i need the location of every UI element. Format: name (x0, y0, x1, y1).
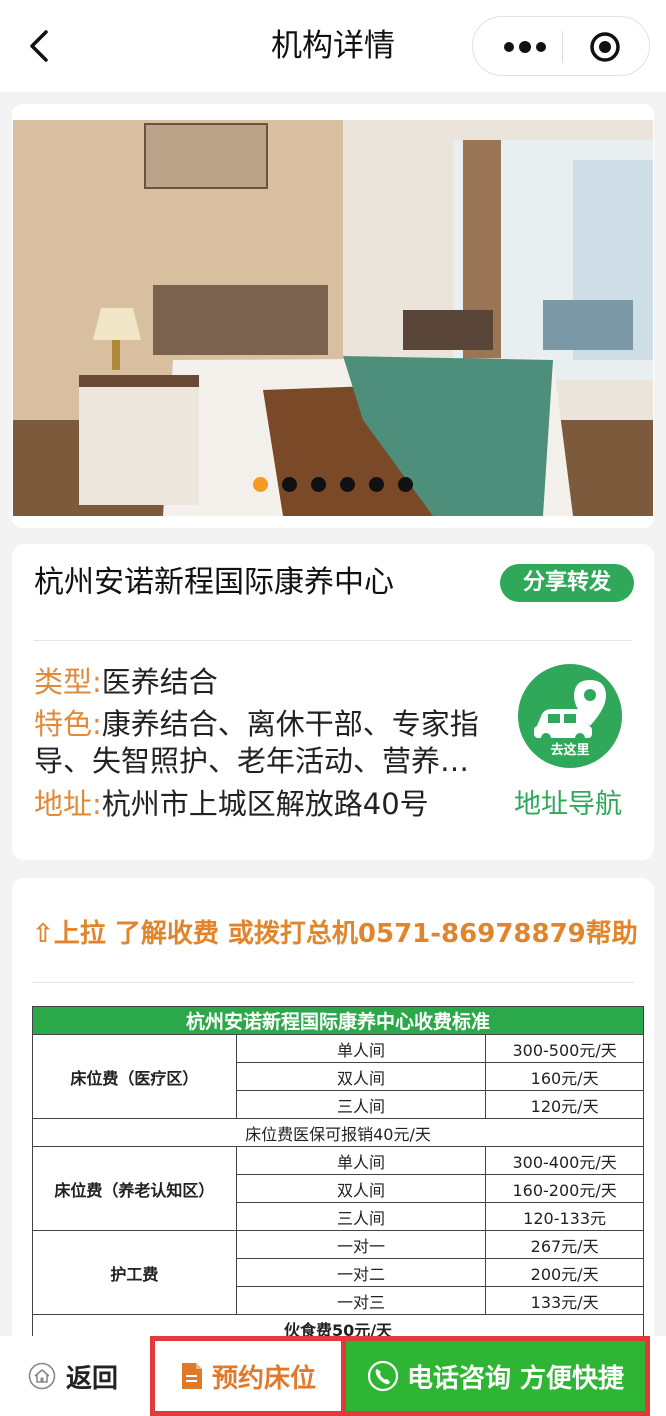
capsule-divider (562, 31, 563, 63)
fee-table: 杭州安诺新程国际康养中心收费标准 床位费（医疗区） 单人间 300-500元/天… (32, 1006, 644, 1343)
price: 300-500元/天 (485, 1034, 644, 1063)
phone-consult-button[interactable]: 电话咨询 方便快捷 (346, 1336, 650, 1416)
carousel-indicator (12, 477, 654, 493)
phone-icon (367, 1360, 399, 1392)
return-label: 返回 (66, 1363, 119, 1394)
close-mini-program-icon[interactable] (589, 31, 621, 63)
go-here-label: 去这里 (550, 743, 590, 758)
fee-table-title: 杭州安诺新程国际康养中心收费标准 (32, 1006, 644, 1035)
room-type: 三人间 (235, 1090, 487, 1119)
share-button[interactable]: 分享转发 (500, 564, 634, 602)
fee-category: 床位费（医疗区） (32, 1034, 237, 1119)
return-button[interactable]: 返回 (28, 1356, 118, 1396)
navigation-bar: 机构详情 (0, 0, 666, 92)
document-icon (181, 1363, 202, 1389)
bottom-action-bar: 返回 预约床位 电话咨询 方便快捷 (0, 1336, 666, 1416)
address-value: 杭州市上城区解放路40号 (101, 787, 429, 821)
fee-category: 床位费（养老认知区） (32, 1146, 237, 1231)
divider (34, 640, 632, 641)
carousel-dot[interactable] (253, 477, 268, 492)
table-row: 床位费医保可报销40元/天 (32, 1118, 644, 1147)
price: 160-200元/天 (485, 1174, 644, 1203)
room-type: 单人间 (235, 1146, 487, 1175)
address-label: 地址: (34, 787, 102, 821)
book-bed-label: 预约床位 (211, 1363, 316, 1394)
room-type: 一对二 (235, 1258, 487, 1287)
fee-tip: ⇧上拉 了解收费 或拨打总机0571-86978879帮助 (32, 919, 638, 949)
room-type: 双人间 (235, 1174, 487, 1203)
fee-card: ⇧上拉 了解收费 或拨打总机0571-86978879帮助 杭州安诺新程国际康养… (12, 878, 654, 1348)
mini-program-capsule (472, 16, 650, 76)
navigate-button[interactable]: 去这里 (518, 664, 622, 768)
table-row: 床位费（医疗区） 单人间 300-500元/天 (32, 1034, 644, 1119)
address-navigation-link[interactable]: 地址导航 (514, 786, 622, 823)
room-type: 单人间 (235, 1034, 487, 1063)
price: 267元/天 (485, 1230, 644, 1259)
fee-category: 护工费 (32, 1230, 237, 1315)
carousel-dot[interactable] (311, 477, 326, 492)
banner-carousel[interactable] (12, 104, 654, 528)
feature-row: 特色:康养结合、离休干部、专家指导、失智照护、老年活动、营养… (34, 706, 520, 780)
room-photo (13, 120, 653, 516)
price: 120元/天 (485, 1090, 644, 1119)
carousel-dot[interactable] (340, 477, 355, 492)
organization-info-card: 杭州安诺新程国际康养中心 分享转发 类型:医养结合 特色:康养结合、离休干部、专… (12, 544, 654, 860)
price: 133元/天 (485, 1286, 644, 1315)
home-icon (28, 1362, 56, 1390)
price: 200元/天 (485, 1258, 644, 1287)
address-row: 地址:杭州市上城区解放路40号 (34, 786, 429, 823)
feature-label: 特色: (34, 707, 102, 741)
book-bed-button[interactable]: 预约床位 (150, 1336, 346, 1416)
room-type: 双人间 (235, 1062, 487, 1091)
organization-name: 杭州安诺新程国际康养中心 (34, 565, 394, 600)
price: 300-400元/天 (485, 1146, 644, 1175)
divider (32, 982, 634, 983)
carousel-dot[interactable] (369, 477, 384, 492)
type-value: 医养结合 (101, 665, 218, 699)
type-row: 类型:医养结合 (34, 664, 218, 701)
insurance-note: 床位费医保可报销40元/天 (32, 1118, 644, 1147)
carousel-dot[interactable] (282, 477, 297, 492)
price: 160元/天 (485, 1062, 644, 1091)
phone-consult-label: 电话咨询 方便快捷 (406, 1363, 625, 1394)
more-options-icon[interactable] (501, 35, 549, 59)
room-type: 三人间 (235, 1202, 487, 1231)
type-label: 类型: (34, 665, 102, 699)
table-row: 护工费 一对一 267元/天 (32, 1230, 644, 1315)
room-type: 一对一 (235, 1230, 487, 1259)
table-row: 床位费（养老认知区） 单人间 300-400元/天 (32, 1146, 644, 1231)
carousel-dot[interactable] (398, 477, 413, 492)
room-type: 一对三 (235, 1286, 487, 1315)
price: 120-133元 (485, 1202, 644, 1231)
